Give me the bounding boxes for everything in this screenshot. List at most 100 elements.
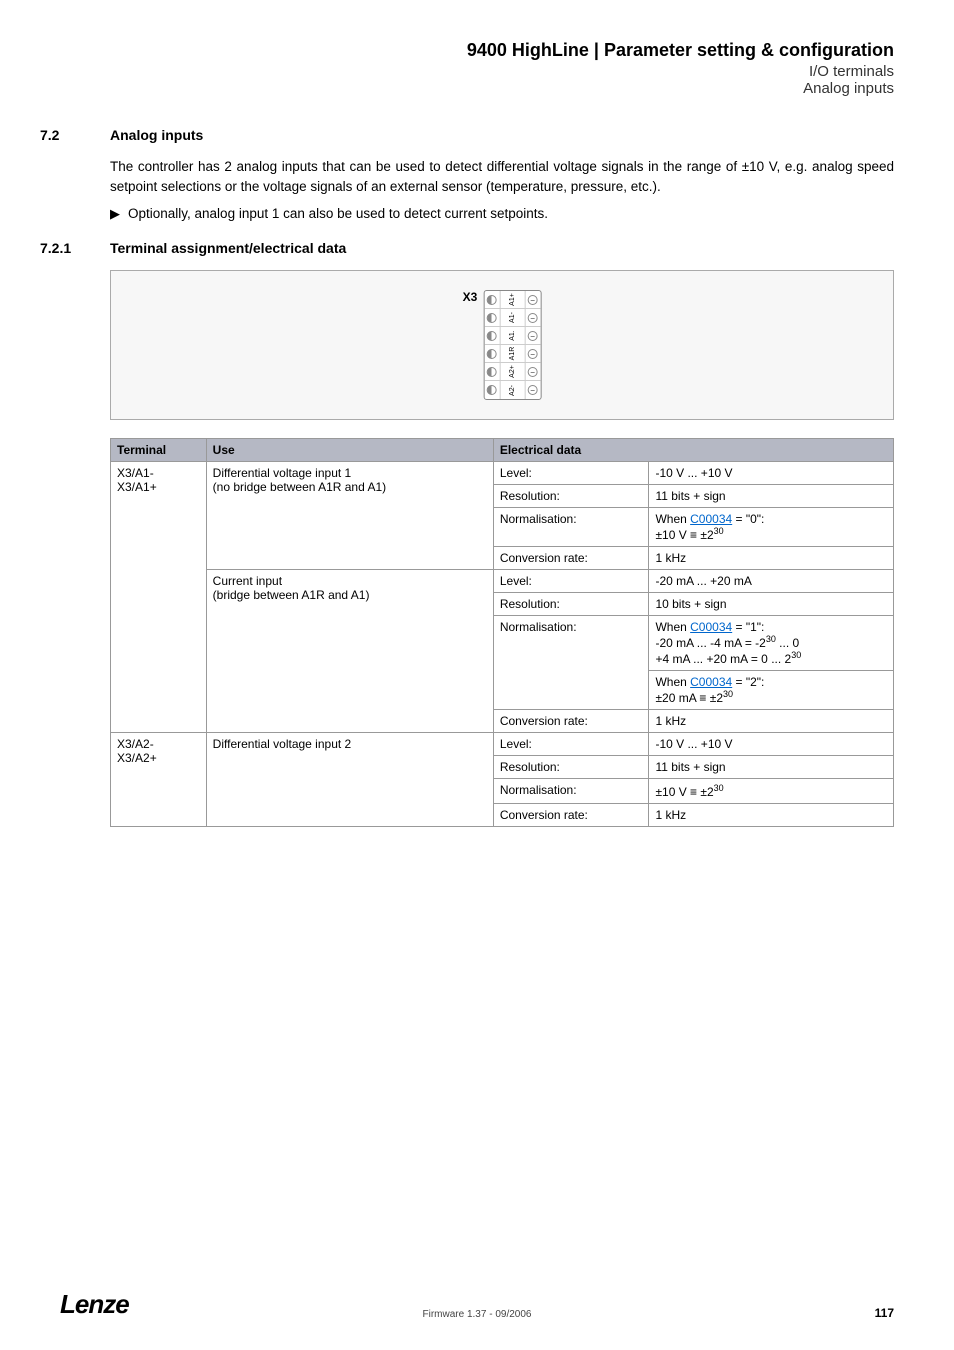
page-number: 117: [875, 1306, 894, 1320]
text: = "0":: [732, 512, 764, 526]
cell-key: Level:: [493, 462, 649, 485]
cell-key: Conversion rate:: [493, 710, 649, 733]
cell-use: Current input (bridge between A1R and A1…: [206, 570, 493, 733]
section-title: Terminal assignment/electrical data: [110, 240, 346, 256]
header-title: 9400 HighLine | Parameter setting & conf…: [110, 40, 894, 61]
screw-icon: [528, 385, 538, 395]
th-terminal: Terminal: [111, 439, 207, 462]
terminal-id: X3/A2-: [117, 737, 154, 751]
cell-use: Differential voltage input 2: [206, 733, 493, 827]
terminal-id: X3/A1-: [117, 466, 154, 480]
screw-icon: [487, 295, 497, 305]
screw-icon: [487, 367, 497, 377]
cell-value: 11 bits + sign: [649, 756, 894, 779]
pin-label: A2-: [509, 378, 516, 400]
screw-icon: [487, 349, 497, 359]
terminal-id: X3/A2+: [117, 751, 157, 765]
text: When: [655, 512, 690, 526]
text: = "1":: [732, 620, 764, 634]
text: ±20 mA ≡ ±2: [655, 691, 723, 705]
table-row: X3/A1- X3/A1+ Differential voltage input…: [111, 462, 894, 485]
connector-label: X3: [463, 290, 478, 304]
cell-value: -20 mA ... +20 mA: [649, 570, 894, 593]
text: +4 mA ... +20 mA = 0 ... 2: [655, 652, 791, 666]
terminal-diagram: X3 A1+ A1- A1. A1R A2+ A2-: [110, 270, 894, 420]
param-link[interactable]: C00034: [690, 512, 732, 526]
cell-value: When C00034 = "1": -20 mA ... -4 mA = -2…: [649, 616, 894, 671]
terminal-block-graphic: A1+ A1- A1. A1R A2+ A2-: [483, 290, 541, 400]
param-link[interactable]: C00034: [690, 675, 732, 689]
terminal-id: X3/A1+: [117, 480, 157, 494]
cell-value: ±10 V ≡ ±230: [649, 779, 894, 804]
bullet-item: ▶ Optionally, analog input 1 can also be…: [110, 206, 894, 222]
cell-value: 1 kHz: [649, 804, 894, 827]
section-heading-7-2-1: 7.2.1 Terminal assignment/electrical dat…: [40, 240, 894, 256]
cell-value: 1 kHz: [649, 710, 894, 733]
screw-icon: [528, 313, 538, 323]
cell-value: -10 V ... +10 V: [649, 733, 894, 756]
electrical-data-table: Terminal Use Electrical data X3/A1- X3/A…: [110, 438, 894, 827]
superscript: 30: [714, 783, 724, 793]
cell-key: Resolution:: [493, 593, 649, 616]
superscript: 30: [723, 689, 733, 699]
screw-icon: [528, 295, 538, 305]
superscript: 30: [766, 634, 776, 644]
cell-key: Level:: [493, 733, 649, 756]
section-number: 7.2: [40, 127, 110, 143]
cell-key: Conversion rate:: [493, 804, 649, 827]
cell-value: When C00034 = "2": ±20 mA ≡ ±230: [649, 671, 894, 710]
page-header: 9400 HighLine | Parameter setting & conf…: [110, 40, 894, 97]
text: When: [655, 620, 690, 634]
use-text: Current input: [213, 574, 282, 588]
cell-key: Normalisation:: [493, 616, 649, 710]
text: When: [655, 675, 690, 689]
table-header-row: Terminal Use Electrical data: [111, 439, 894, 462]
cell-terminal: X3/A1- X3/A1+: [111, 462, 207, 733]
section-title: Analog inputs: [110, 127, 203, 143]
header-subtitle-2: Analog inputs: [110, 80, 894, 97]
screw-icon: [487, 313, 497, 323]
superscript: 30: [714, 526, 724, 536]
bullet-triangle-icon: ▶: [110, 206, 128, 222]
section-number: 7.2.1: [40, 240, 110, 256]
cell-value: -10 V ... +10 V: [649, 462, 894, 485]
paragraph-intro: The controller has 2 analog inputs that …: [110, 157, 894, 196]
text: = "2":: [732, 675, 764, 689]
section-heading-7-2: 7.2 Analog inputs: [40, 127, 894, 143]
text: ... 0: [776, 636, 799, 650]
param-link[interactable]: C00034: [690, 620, 732, 634]
screw-icon: [528, 367, 538, 377]
use-note: (no bridge between A1R and A1): [213, 480, 386, 494]
use-note: (bridge between A1R and A1): [213, 588, 370, 602]
table-row: Current input (bridge between A1R and A1…: [111, 570, 894, 593]
cell-value: When C00034 = "0": ±10 V ≡ ±230: [649, 508, 894, 547]
th-use: Use: [206, 439, 493, 462]
cell-key: Conversion rate:: [493, 547, 649, 570]
screw-icon: [487, 385, 497, 395]
cell-terminal: X3/A2- X3/A2+: [111, 733, 207, 827]
lenze-logo: Lenze: [60, 1289, 129, 1320]
footer-firmware-text: Firmware 1.37 - 09/2006: [423, 1309, 532, 1320]
cell-key: Resolution:: [493, 756, 649, 779]
th-electrical: Electrical data: [493, 439, 893, 462]
bullet-text: Optionally, analog input 1 can also be u…: [128, 206, 548, 221]
screw-icon: [487, 331, 497, 341]
screw-icon: [528, 349, 538, 359]
cell-key: Resolution:: [493, 485, 649, 508]
cell-use: Differential voltage input 1 (no bridge …: [206, 462, 493, 570]
text: -20 mA ... -4 mA = -2: [655, 636, 765, 650]
cell-key: Normalisation:: [493, 779, 649, 804]
table-row: X3/A2- X3/A2+ Differential voltage input…: [111, 733, 894, 756]
screw-icon: [528, 331, 538, 341]
cell-value: 11 bits + sign: [649, 485, 894, 508]
text: ±10 V ≡ ±2: [655, 528, 713, 542]
cell-value: 1 kHz: [649, 547, 894, 570]
cell-key: Level:: [493, 570, 649, 593]
page-footer: Lenze Firmware 1.37 - 09/2006 117: [60, 1289, 894, 1320]
header-subtitle-1: I/O terminals: [110, 63, 894, 80]
superscript: 30: [791, 650, 801, 660]
text: ±10 V ≡ ±2: [655, 785, 713, 799]
cell-value: 10 bits + sign: [649, 593, 894, 616]
terminal-pin-row: A2-: [484, 381, 540, 399]
cell-key: Normalisation:: [493, 508, 649, 547]
